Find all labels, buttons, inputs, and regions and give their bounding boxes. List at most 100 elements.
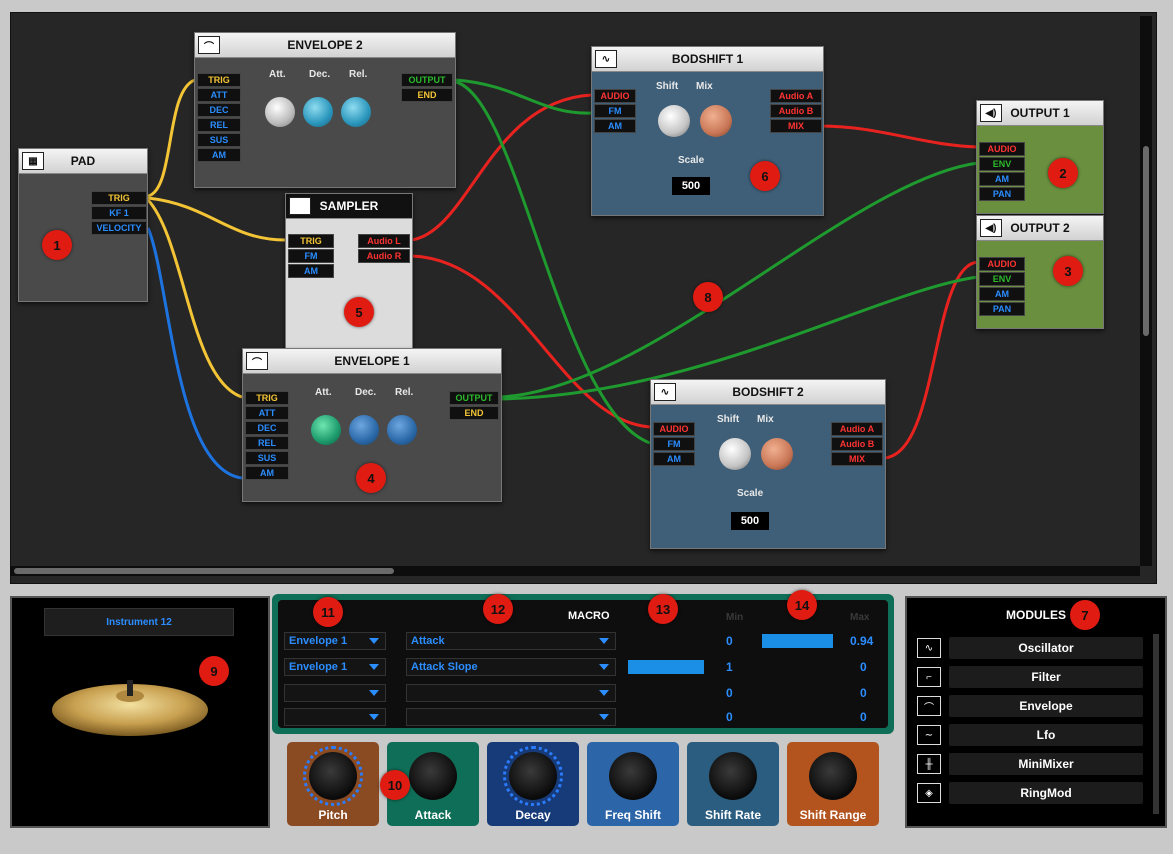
port-bodshift1-fm[interactable]: FM	[594, 104, 636, 118]
macro-row3-min[interactable]: 0	[726, 686, 733, 700]
port-sampler-fm[interactable]: FM	[288, 249, 334, 263]
env1-release-knob[interactable]	[387, 415, 417, 445]
env1-decay-knob[interactable]	[349, 415, 379, 445]
port-bodshift1-audio[interactable]: AUDIO	[594, 89, 636, 103]
module-list-item-filter[interactable]: ⌐ Filter	[917, 665, 1143, 689]
port-env1-am[interactable]: AM	[245, 466, 289, 480]
macro-row4-param-select[interactable]	[406, 708, 616, 726]
port-pad-trig[interactable]: TRIG	[91, 191, 147, 205]
port-bodshift1-am[interactable]: AM	[594, 119, 636, 133]
port-env2-sus[interactable]: SUS	[197, 133, 241, 147]
sampler-module[interactable]: ≋ SAMPLER TRIG FM AM Audio L Audio R	[285, 193, 413, 351]
port-env1-rel[interactable]: REL	[245, 436, 289, 450]
port-output1-am[interactable]: AM	[979, 172, 1025, 186]
macro-row1-param-select[interactable]: Attack	[406, 632, 616, 650]
port-sampler-audio-l[interactable]: Audio L	[358, 234, 410, 248]
env2-decay-knob[interactable]	[303, 97, 333, 127]
port-env1-end[interactable]: END	[449, 406, 499, 420]
port-env2-trig[interactable]: TRIG	[197, 73, 241, 87]
port-output1-audio[interactable]: AUDIO	[979, 142, 1025, 156]
port-output1-pan[interactable]: PAN	[979, 187, 1025, 201]
macro-knob-freq-shift[interactable]: Freq Shift	[587, 742, 679, 826]
port-bodshift1-mix[interactable]: MIX	[770, 119, 822, 133]
port-pad-velocity[interactable]: VELOCITY	[91, 221, 147, 235]
knob[interactable]	[309, 752, 357, 800]
bodshift1-header[interactable]: ∿ BODSHIFT 1	[592, 47, 823, 72]
port-output2-pan[interactable]: PAN	[979, 302, 1025, 316]
bodshift2-scale-value[interactable]: 500	[731, 512, 769, 530]
canvas-horizontal-scrollbar[interactable]	[10, 566, 1140, 576]
port-bodshift2-audio[interactable]: AUDIO	[653, 422, 695, 436]
macro-knob-shift-rate[interactable]: Shift Rate	[687, 742, 779, 826]
bodshift1-scale-value[interactable]: 500	[672, 177, 710, 195]
macro-row2-bar[interactable]	[628, 660, 704, 674]
port-env1-att[interactable]: ATT	[245, 406, 289, 420]
port-output2-env[interactable]: ENV	[979, 272, 1025, 286]
macro-row3-max[interactable]: 0	[860, 686, 867, 700]
canvas-vertical-scrollbar[interactable]	[1140, 16, 1152, 566]
bodshift1-shift-knob[interactable]	[658, 105, 690, 137]
port-env1-sus[interactable]: SUS	[245, 451, 289, 465]
pad-header[interactable]: ▦ PAD	[19, 149, 147, 174]
macro-knob-shift-range[interactable]: Shift Range	[787, 742, 879, 826]
env2-release-knob[interactable]	[341, 97, 371, 127]
macro-row4-module-select[interactable]	[284, 708, 386, 726]
port-env2-dec[interactable]: DEC	[197, 103, 241, 117]
port-bodshift2-audio-a[interactable]: Audio A	[831, 422, 883, 436]
knob[interactable]	[609, 752, 657, 800]
port-env1-output[interactable]: OUTPUT	[449, 391, 499, 405]
module-list-item-oscillator[interactable]: ∿ Oscillator	[917, 636, 1143, 660]
output2-module[interactable]: ◀) OUTPUT 2 AUDIO ENV AM PAN	[976, 215, 1104, 329]
port-output1-env[interactable]: ENV	[979, 157, 1025, 171]
knob[interactable]	[709, 752, 757, 800]
macro-row4-max[interactable]: 0	[860, 710, 867, 724]
port-env2-rel[interactable]: REL	[197, 118, 241, 132]
envelope1-header[interactable]: ⌒ ENVELOPE 1	[243, 349, 501, 374]
macro-row2-max[interactable]: 0	[860, 660, 867, 674]
port-env1-trig[interactable]: TRIG	[245, 391, 289, 405]
macro-row1-bar[interactable]	[762, 634, 833, 648]
bodshift2-shift-knob[interactable]	[719, 438, 751, 470]
bodshift1-module[interactable]: ∿ BODSHIFT 1 AUDIO FM AM Shift Mix Audio…	[591, 46, 824, 216]
port-sampler-am[interactable]: AM	[288, 264, 334, 278]
port-bodshift1-audio-a[interactable]: Audio A	[770, 89, 822, 103]
knob[interactable]	[409, 752, 457, 800]
macro-row1-min[interactable]: 0	[726, 634, 733, 648]
module-list-item-minimixer[interactable]: ╫ MiniMixer	[917, 752, 1143, 776]
scrollbar-thumb[interactable]	[14, 568, 394, 574]
port-env2-am[interactable]: AM	[197, 148, 241, 162]
env2-attack-knob[interactable]	[265, 97, 295, 127]
sampler-header[interactable]: ≋ SAMPLER	[286, 194, 412, 219]
macro-row2-module-select[interactable]: Envelope 1	[284, 658, 386, 676]
port-bodshift2-fm[interactable]: FM	[653, 437, 695, 451]
macro-row3-module-select[interactable]	[284, 684, 386, 702]
module-list-item-lfo[interactable]: ∼ Lfo	[917, 723, 1143, 747]
port-output2-am[interactable]: AM	[979, 287, 1025, 301]
port-env1-dec[interactable]: DEC	[245, 421, 289, 435]
pad-module[interactable]: ▦ PAD TRIG KF 1 VELOCITY	[18, 148, 148, 302]
envelope2-module[interactable]: ⌒ ENVELOPE 2 TRIG ATT DEC REL SUS AM Att…	[194, 32, 456, 188]
module-list-item-ringmod[interactable]: ◈ RingMod	[917, 781, 1143, 805]
macro-row1-max[interactable]: 0.94	[850, 634, 873, 648]
port-bodshift2-am[interactable]: AM	[653, 452, 695, 466]
macro-row1-module-select[interactable]: Envelope 1	[284, 632, 386, 650]
output2-header[interactable]: ◀) OUTPUT 2	[977, 216, 1103, 241]
modules-scrollbar[interactable]	[1153, 634, 1159, 814]
port-env2-end[interactable]: END	[401, 88, 453, 102]
macro-row3-param-select[interactable]	[406, 684, 616, 702]
macro-row4-min[interactable]: 0	[726, 710, 733, 724]
bodshift2-module[interactable]: ∿ BODSHIFT 2 AUDIO FM AM Shift Mix Audio…	[650, 379, 886, 549]
port-pad-kf1[interactable]: KF 1	[91, 206, 147, 220]
port-bodshift1-audio-b[interactable]: Audio B	[770, 104, 822, 118]
envelope2-header[interactable]: ⌒ ENVELOPE 2	[195, 33, 455, 58]
port-sampler-audio-r[interactable]: Audio R	[358, 249, 410, 263]
output1-header[interactable]: ◀) OUTPUT 1	[977, 101, 1103, 126]
port-bodshift2-audio-b[interactable]: Audio B	[831, 437, 883, 451]
knob[interactable]	[509, 752, 557, 800]
port-env2-att[interactable]: ATT	[197, 88, 241, 102]
port-bodshift2-mix[interactable]: MIX	[831, 452, 883, 466]
scrollbar-thumb[interactable]	[1143, 146, 1149, 336]
bodshift2-header[interactable]: ∿ BODSHIFT 2	[651, 380, 885, 405]
bodshift1-mix-knob[interactable]	[700, 105, 732, 137]
module-list-item-envelope[interactable]: ⌒ Envelope	[917, 694, 1143, 718]
